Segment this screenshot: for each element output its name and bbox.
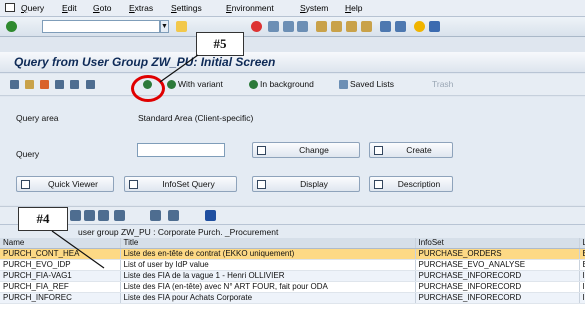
step-4-arrow [51,230,105,269]
step-5-arrow [159,54,199,83]
annotation-arrows [51,54,199,269]
